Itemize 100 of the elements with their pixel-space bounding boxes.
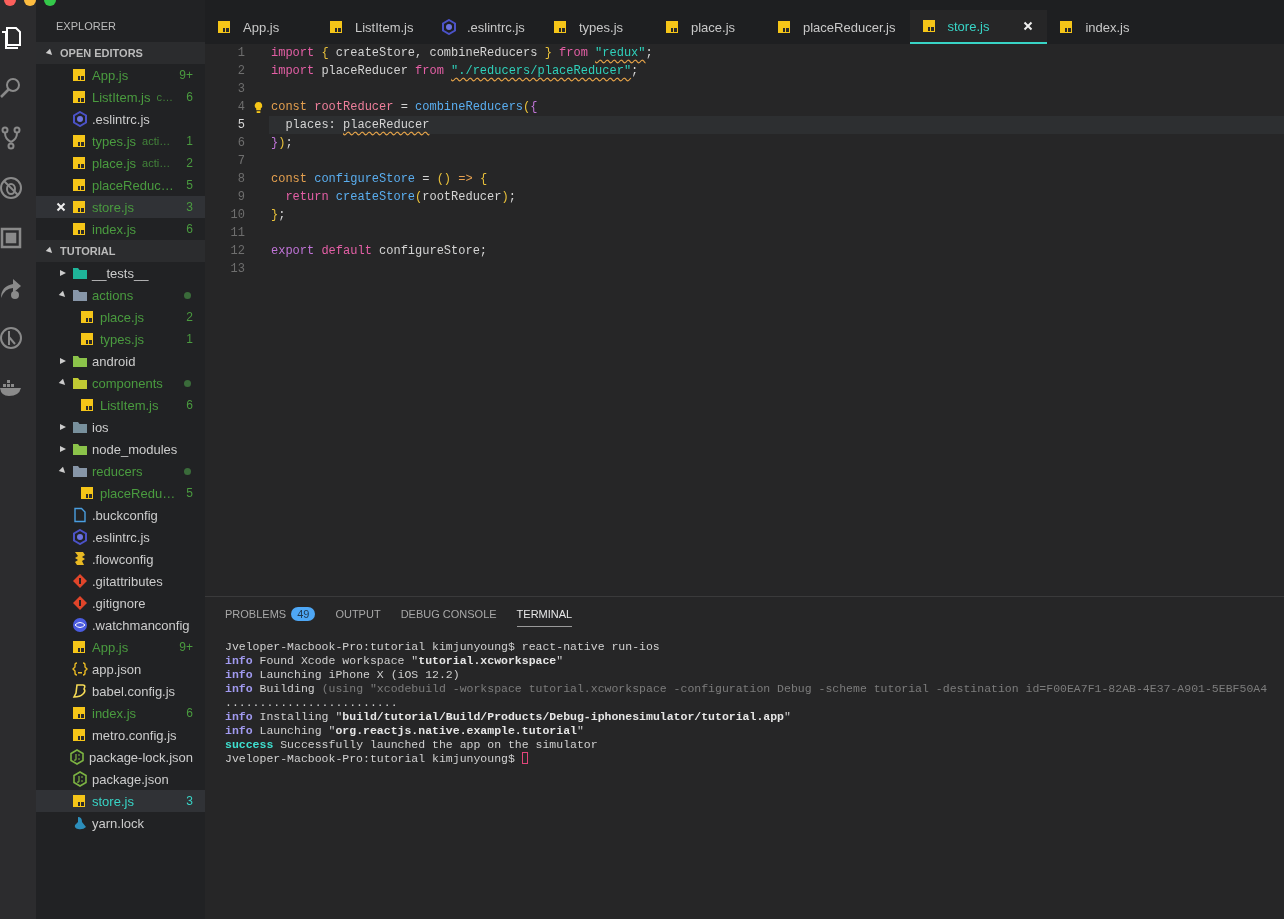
file-name: app.json (92, 661, 142, 677)
line-number: 9 (236, 190, 245, 204)
file-name: store.js (92, 199, 134, 215)
code-line: }); (271, 136, 293, 150)
tree-item[interactable]: .flowconfig (36, 548, 205, 570)
section-header[interactable]: OPEN EDITORS (36, 42, 205, 64)
terminal-line: info Installing "build/tutorial/Build/Products/Debug-iphonesimulator/tutorial.app" (225, 709, 791, 723)
file-name: App.js (92, 67, 129, 83)
file-name: node_modules (92, 441, 178, 457)
problem-count: 6 (186, 706, 193, 720)
file-name: store.js (92, 793, 134, 809)
tree-item[interactable]: reducers (36, 460, 205, 482)
tree-item[interactable]: index.js 6 (36, 702, 205, 724)
line-number: 5 (236, 118, 245, 132)
editor-tab[interactable]: place.js (653, 10, 765, 44)
section-title: TUTORIAL (60, 245, 116, 257)
file-name: package-lock.json (88, 749, 193, 765)
file-name: reducers (92, 463, 143, 479)
code-line: import placeReducer from "./reducers/placeReducer"; (271, 64, 639, 78)
panel-tab[interactable]: DEBUG CONSOLE (400, 601, 497, 627)
open-editor-item[interactable]: store.js 3 (36, 196, 205, 218)
problem-count: 3 (186, 200, 193, 214)
tree-item[interactable]: android (36, 350, 205, 372)
tree-item[interactable]: .buckconfig (36, 504, 205, 526)
file-name: index.js (92, 221, 137, 237)
code-line: import { createStore, combineReducers } from "redux"; (271, 46, 653, 60)
editor-tab[interactable]: index.js (1047, 10, 1160, 44)
tree-item[interactable]: app.json (36, 658, 205, 680)
tree-item[interactable]: .watchmanconfig (36, 614, 205, 636)
file-name: .gitattributes (92, 573, 163, 589)
file-name: __tests__ (92, 265, 149, 281)
open-editor-item[interactable]: .eslintrc.js (36, 108, 205, 130)
code-line: places: placeReducer (284, 118, 430, 132)
line-number: 7 (236, 154, 245, 168)
file-name: place.js (100, 309, 145, 325)
tree-item[interactable]: yarn.lock (36, 812, 205, 834)
tree-item[interactable]: .gitattributes (36, 570, 205, 592)
tree-item[interactable]: ListItem.js 6 (36, 394, 205, 416)
file-name: place.js (92, 155, 137, 171)
open-editor-item[interactable]: ListItem.js c… 6 (36, 86, 205, 108)
tree-item[interactable]: metro.config.js (36, 724, 205, 746)
editor-tab[interactable]: placeReducer.js (765, 10, 910, 44)
file-name: .watchmanconfig (92, 617, 190, 633)
open-editor-item[interactable]: App.js 9+ (36, 64, 205, 86)
file-folder-hint: acti… (142, 157, 171, 169)
problem-count: 9+ (179, 640, 193, 654)
file-name: actions (92, 287, 134, 303)
tree-item[interactable]: package.json (36, 768, 205, 790)
tree-item[interactable]: place.js 2 (36, 306, 205, 328)
editor-tab[interactable]: App.js (205, 10, 317, 44)
file-name: package.json (92, 771, 169, 787)
editor-tab[interactable]: store.js (909, 10, 1048, 44)
editor-tab[interactable]: .eslintrc.js (429, 10, 541, 44)
terminal-line: success Successfully launched the app on the simulator (225, 737, 598, 751)
problem-count: 6 (186, 222, 193, 236)
problem-count: 9+ (179, 68, 193, 82)
section-header[interactable]: TUTORIAL (36, 240, 205, 262)
problem-count: 1 (186, 134, 193, 148)
open-editor-item[interactable]: types.js acti… 1 (36, 130, 205, 152)
file-folder-hint: acti… (142, 135, 171, 147)
tree-item[interactable]: .gitignore (36, 592, 205, 614)
tree-item[interactable]: App.js 9+ (36, 636, 205, 658)
line-number: 10 (229, 208, 245, 222)
panel-tab[interactable]: OUTPUT (335, 601, 381, 627)
open-editor-item[interactable]: placeReduc… 5 (36, 174, 205, 196)
tree-item[interactable]: types.js 1 (36, 328, 205, 350)
line-number: 1 (236, 46, 245, 60)
line-number: 8 (236, 172, 245, 186)
code-line: }; (271, 208, 286, 222)
tree-item[interactable]: store.js 3 (36, 790, 205, 812)
count-badge: 49 (291, 607, 316, 621)
file-folder-hint: c… (156, 91, 173, 103)
tree-item[interactable]: ios (36, 416, 205, 438)
problem-count: 6 (186, 90, 193, 104)
tree-item[interactable]: placeRedu… 5 (36, 482, 205, 504)
problem-count: 1 (186, 332, 193, 346)
editor-tab[interactable]: ListItem.js (317, 10, 429, 44)
terminal-line: info Launching "org.reactjs.native.example.tutorial" (225, 723, 584, 737)
tree-item[interactable]: babel.config.js (36, 680, 205, 702)
panel-tab[interactable]: PROBLEMS 49 (225, 601, 316, 627)
problem-count: 6 (186, 398, 193, 412)
tree-item[interactable]: actions (36, 284, 205, 306)
file-name: ios (92, 419, 109, 435)
file-name: placeReduc… (92, 177, 174, 193)
problem-count: 3 (186, 794, 193, 808)
file-name: babel.config.js (92, 683, 176, 699)
file-name: .gitignore (92, 595, 146, 611)
file-name: android (92, 353, 136, 369)
open-editor-item[interactable]: index.js 6 (36, 218, 205, 240)
file-name: .buckconfig (92, 507, 158, 523)
tree-item[interactable]: .eslintrc.js (36, 526, 205, 548)
tree-item[interactable]: __tests__ (36, 262, 205, 284)
tree-item[interactable]: package-lock.json (36, 746, 205, 768)
file-name: placeRedu… (100, 485, 176, 501)
editor-tab[interactable]: types.js (541, 10, 653, 44)
file-name: types.js (100, 331, 145, 347)
panel-tab[interactable]: TERMINAL (516, 601, 573, 627)
tree-item[interactable]: components (36, 372, 205, 394)
tree-item[interactable]: node_modules (36, 438, 205, 460)
open-editor-item[interactable]: place.js acti… 2 (36, 152, 205, 174)
